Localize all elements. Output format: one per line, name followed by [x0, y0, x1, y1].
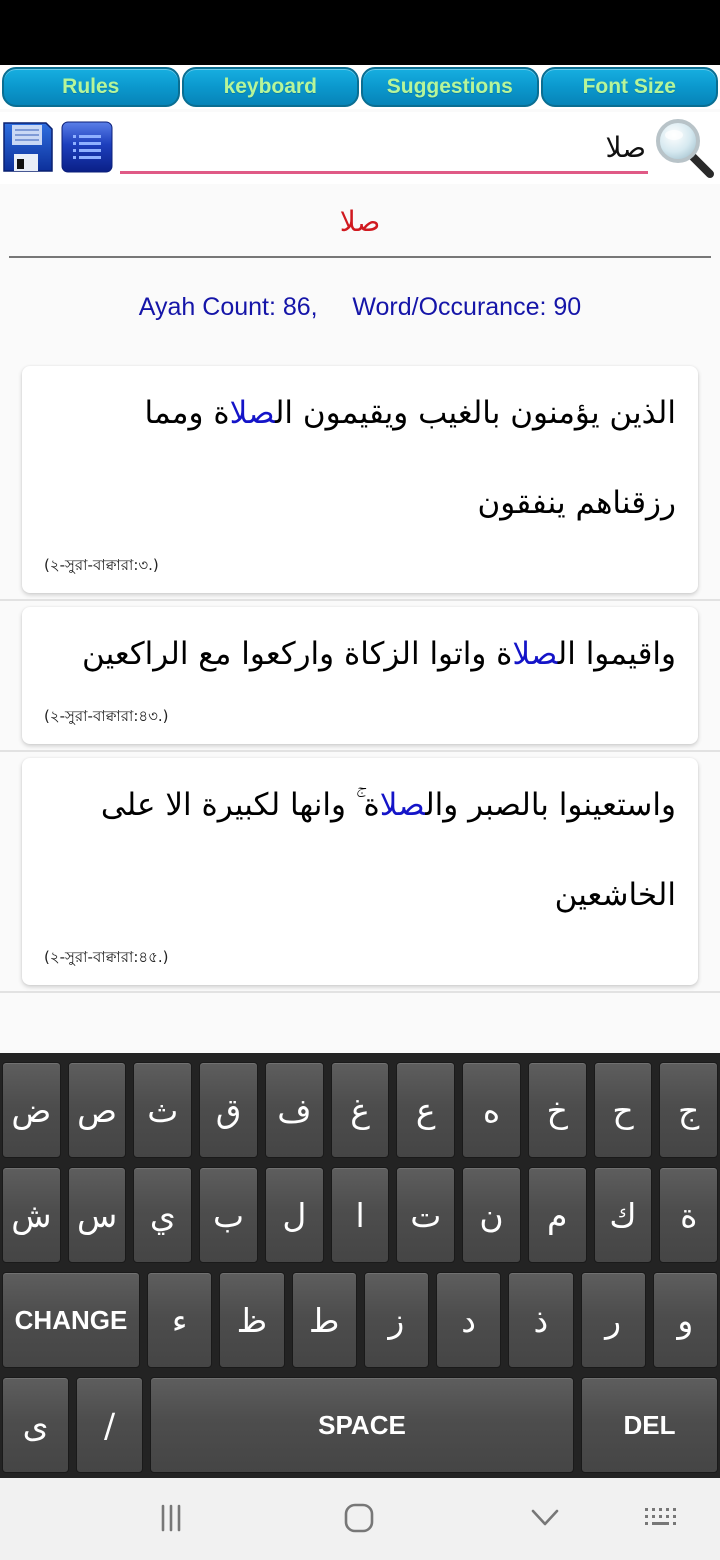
key[interactable]: و	[652, 1272, 718, 1368]
keyboard-row-4: ى / SPACE DEL	[2, 1377, 718, 1473]
ayah-text: واقيموا الصلاة واتوا الزكاة واركعوا مع ا…	[81, 636, 676, 672]
key[interactable]: ى	[2, 1377, 69, 1473]
ayah-reference: (২-সুরা-বাক্বারা:৪৫.)	[44, 948, 169, 966]
list-button[interactable]	[61, 121, 113, 173]
keyboard-row-3: CHANGE ء ظ ط ز د ذ ر و	[2, 1272, 718, 1368]
key[interactable]: د	[436, 1272, 502, 1368]
highlighted-match: صلا	[512, 636, 558, 672]
key[interactable]: ء	[147, 1272, 213, 1368]
key[interactable]: ع	[396, 1062, 456, 1158]
key[interactable]: ظ	[219, 1272, 285, 1368]
ayah-reference: (২-সুরা-বাক্বারা:৩.)	[44, 556, 159, 574]
result-item[interactable]: واستعينوا بالصبر والصلاة ۚ وانها لكبيرة …	[0, 752, 720, 993]
search-input[interactable]	[120, 124, 648, 174]
recent-apps-button[interactable]	[146, 1498, 196, 1538]
key[interactable]: ز	[363, 1272, 429, 1368]
ayah-card[interactable]: واقيموا الصلاة واتوا الزكاة واركعوا مع ا…	[22, 607, 698, 744]
save-button[interactable]	[2, 121, 54, 173]
system-nav-bar	[0, 1478, 720, 1560]
key[interactable]: س	[67, 1167, 127, 1263]
key[interactable]: ن	[462, 1167, 521, 1263]
recent-apps-icon	[161, 1504, 181, 1532]
key[interactable]: ر	[580, 1272, 646, 1368]
ayah-reference: (২-সুরা-বাক্বারা:৪৩.)	[44, 707, 169, 725]
suggestions-button[interactable]: Suggestions	[361, 67, 539, 107]
key[interactable]: ص	[67, 1062, 127, 1158]
key[interactable]: ي	[133, 1167, 193, 1263]
key[interactable]: ث	[133, 1062, 193, 1158]
search-button[interactable]	[652, 116, 716, 180]
delete-key[interactable]: DEL	[581, 1377, 718, 1473]
arabic-keyboard: ض ص ث ق ف غ ع ه خ ح ج ش س ي ب ل ا ت ن م …	[0, 1053, 720, 1478]
space-key[interactable]: SPACE	[150, 1377, 574, 1473]
key[interactable]: ة	[659, 1167, 719, 1263]
list-icon	[61, 121, 113, 173]
font-size-button[interactable]: Font Size	[540, 67, 718, 107]
keyboard-button[interactable]: keyboard	[181, 67, 359, 107]
result-item[interactable]: الذين يؤمنون بالغيب ويقيمون الصلاة ومما …	[0, 360, 720, 601]
key[interactable]: غ	[330, 1062, 390, 1158]
key[interactable]: ل	[264, 1167, 324, 1263]
key[interactable]: ح	[593, 1062, 653, 1158]
key[interactable]: ط	[291, 1272, 357, 1368]
floppy-disk-icon	[3, 122, 53, 172]
ayah-count: Ayah Count: 86,	[138, 293, 318, 321]
key[interactable]: م	[527, 1167, 587, 1263]
magnifier-icon	[656, 119, 714, 178]
ayah-text: الذين يؤمنون بالغيب ويقيمون الصلاة ومما …	[144, 395, 676, 521]
key[interactable]: ب	[199, 1167, 258, 1263]
top-tab-bar: Rules keyboard Suggestions Font Size	[0, 65, 720, 109]
query-title: صلا	[339, 205, 381, 238]
word-occurance-count: Word/Occurance: 90	[352, 293, 582, 321]
key[interactable]: خ	[527, 1062, 587, 1158]
key[interactable]: ض	[2, 1062, 61, 1158]
home-icon	[344, 1503, 374, 1533]
key[interactable]: ت	[396, 1167, 456, 1263]
slash-key[interactable]: /	[76, 1377, 143, 1473]
title-divider	[9, 256, 711, 258]
ayah-card[interactable]: الذين يؤمنون بالغيب ويقيمون الصلاة ومما …	[22, 366, 698, 593]
search-row	[0, 112, 720, 184]
status-bar	[0, 0, 720, 65]
key[interactable]: ا	[330, 1167, 390, 1263]
highlighted-match: صلا	[229, 395, 275, 431]
rules-button[interactable]: Rules	[2, 67, 180, 107]
key[interactable]: ف	[264, 1062, 324, 1158]
search-stats: Ayah Count: 86, Word/Occurance: 90	[0, 293, 720, 322]
results-list[interactable]: الذين يؤمنون بالغيب ويقيمون الصلاة ومما …	[0, 360, 720, 1053]
ayah-text: واستعينوا بالصبر والصلاة ۚ وانها لكبيرة …	[100, 787, 676, 913]
result-item[interactable]: واقيموا الصلاة واتوا الزكاة واركعوا مع ا…	[0, 601, 720, 752]
key[interactable]: ك	[593, 1167, 653, 1263]
keyboard-row-2: ش س ي ب ل ا ت ن م ك ة	[2, 1167, 719, 1263]
back-chevron-icon	[531, 1509, 559, 1526]
change-layout-key[interactable]: CHANGE	[2, 1272, 140, 1368]
key[interactable]: ج	[659, 1062, 719, 1158]
keyboard-row-1: ض ص ث ق ف غ ع ه خ ح ج	[2, 1062, 719, 1158]
highlighted-match: صلا	[379, 787, 426, 823]
keyboard-switch-icon	[645, 1508, 676, 1525]
ayah-card[interactable]: واستعينوا بالصبر والصلاة ۚ وانها لكبيرة …	[22, 758, 698, 985]
key[interactable]: ه	[462, 1062, 521, 1158]
key[interactable]: ش	[2, 1167, 61, 1263]
back-button[interactable]	[520, 1498, 570, 1538]
key[interactable]: ق	[199, 1062, 258, 1158]
keyboard-switch-button[interactable]	[636, 1498, 686, 1538]
key[interactable]: ذ	[508, 1272, 574, 1368]
home-button[interactable]	[334, 1498, 384, 1538]
